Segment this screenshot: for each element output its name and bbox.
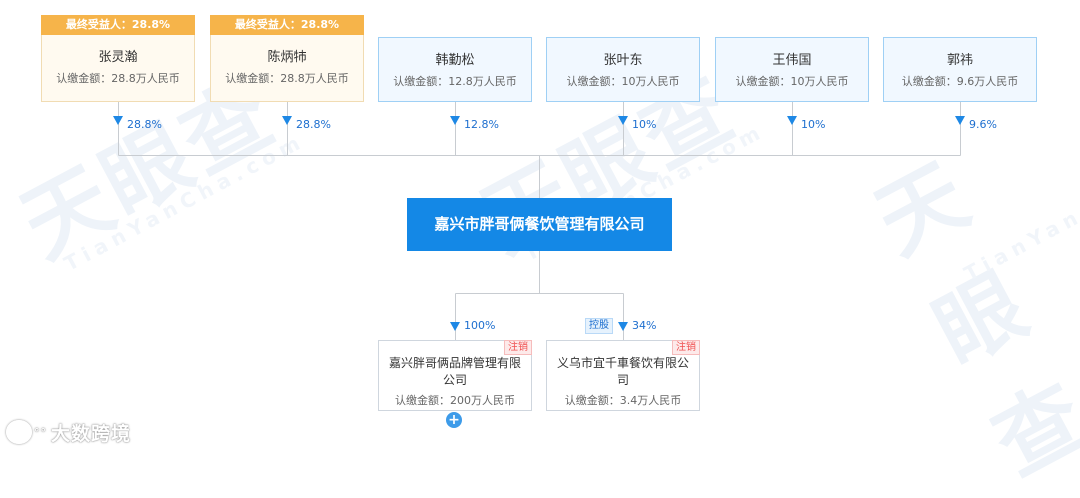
shareholder-name: 陈炳㸬 xyxy=(267,50,307,65)
status-badge: 注销 xyxy=(504,340,532,355)
chat-bubble-icon xyxy=(6,420,32,444)
shareholder-amount: 认缴金额：10万人民币 xyxy=(566,75,680,88)
investment-ratio: 100% xyxy=(464,319,496,332)
shareholder-card[interactable]: 最终受益人：28.8% 陈炳㸬 认缴金额：28.8万人民币 xyxy=(210,15,364,102)
investment-ratio: 34% xyxy=(632,319,657,332)
arrow-down-icon xyxy=(450,322,460,331)
shareholder-name: 王伟国 xyxy=(772,53,812,68)
arrow-down-icon xyxy=(955,116,965,125)
share-ratio: 10% xyxy=(632,118,657,131)
shareholder-card[interactable]: 张叶东 认缴金额：10万人民币 xyxy=(546,37,700,102)
shareholder-name: 张叶东 xyxy=(603,53,643,68)
shareholder-card[interactable]: 韩勤松 认缴金额：12.8万人民币 xyxy=(378,37,532,102)
shareholder-card[interactable]: 王伟国 认缴金额：10万人民币 xyxy=(715,37,869,102)
brand-logo: °° 大数跨境 xyxy=(6,419,131,445)
subsidiary-amount: 认缴金额：3.4万人民币 xyxy=(564,394,682,407)
subsidiary-name: 义乌市宜千車餐饮有限公司 xyxy=(556,356,689,387)
shareholder-amount: 认缴金额：28.8万人民币 xyxy=(56,72,180,85)
company-node[interactable]: 嘉兴市胖哥俩餐饮管理有限公司 xyxy=(407,198,672,251)
share-ratio: 12.8% xyxy=(464,118,499,131)
shareholder-name: 韩勤松 xyxy=(435,53,475,68)
share-ratio: 9.6% xyxy=(969,118,997,131)
arrow-down-icon xyxy=(113,116,123,125)
shareholder-name: 张灵瀚 xyxy=(98,50,138,65)
arrow-down-icon xyxy=(618,116,628,125)
subsidiary-card[interactable]: 注销 嘉兴胖哥俩品牌管理有限公司 认缴金额：200万人民币 xyxy=(378,340,532,411)
share-ratio: 28.8% xyxy=(127,118,162,131)
arrow-down-icon xyxy=(282,116,292,125)
shareholder-name: 郭祎 xyxy=(946,53,973,68)
shareholder-amount: 认缴金额：28.8万人民币 xyxy=(225,72,349,85)
shareholder-amount: 认缴金额：10万人民币 xyxy=(735,75,849,88)
status-badge: 注销 xyxy=(672,340,700,355)
beneficiary-banner: 最终受益人：28.8% xyxy=(41,15,195,35)
shareholder-card[interactable]: 郭祎 认缴金额：9.6万人民币 xyxy=(883,37,1037,102)
arrow-down-icon xyxy=(618,322,628,331)
subsidiary-name: 嘉兴胖哥俩品牌管理有限公司 xyxy=(388,356,521,387)
shareholder-amount: 认缴金额：12.8万人民币 xyxy=(393,75,517,88)
arrow-down-icon xyxy=(450,116,460,125)
brand-name: 大数跨境 xyxy=(51,422,132,445)
shareholder-amount: 认缴金额：9.6万人民币 xyxy=(901,75,1019,88)
expand-plus-icon[interactable]: + xyxy=(446,412,462,428)
shareholder-card[interactable]: 最终受益人：28.8% 张灵瀚 认缴金额：28.8万人民币 xyxy=(41,15,195,102)
beneficiary-banner: 最终受益人：28.8% xyxy=(210,15,364,35)
share-ratio: 10% xyxy=(801,118,826,131)
share-ratio: 28.8% xyxy=(296,118,331,131)
subsidiary-amount: 认缴金额：200万人民币 xyxy=(395,394,515,407)
control-tag: 控股 xyxy=(585,318,613,334)
subsidiary-card[interactable]: 注销 义乌市宜千車餐饮有限公司 认缴金额：3.4万人民币 xyxy=(546,340,700,411)
brand-dots: °° xyxy=(34,425,47,439)
arrow-down-icon xyxy=(787,116,797,125)
